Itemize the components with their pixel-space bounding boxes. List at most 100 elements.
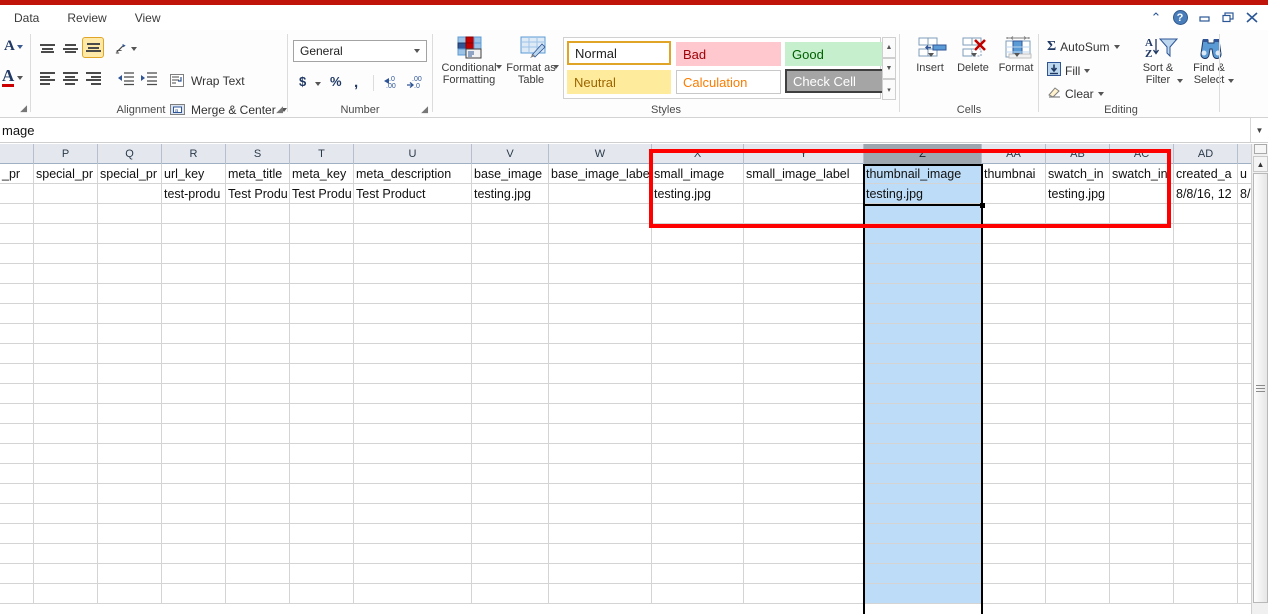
cell[interactable] [744,244,864,264]
cell[interactable] [549,364,652,384]
cell[interactable] [1174,224,1238,244]
column-header-W[interactable]: W [549,144,652,164]
cell[interactable] [34,364,98,384]
cell[interactable] [34,584,98,604]
cell[interactable] [1110,244,1174,264]
cell[interactable] [744,444,864,464]
conditional-formatting-button[interactable]: Conditional Formatting [438,36,502,86]
cell[interactable]: base_image [472,164,549,184]
cell[interactable] [226,424,290,444]
tab-view[interactable]: View [121,9,175,27]
cell[interactable] [1174,284,1238,304]
cell[interactable] [1046,484,1110,504]
wrap-text-button[interactable]: Wrap Text [170,74,245,88]
cell[interactable] [1046,304,1110,324]
cell[interactable] [98,464,162,484]
cell[interactable] [472,564,549,584]
cell[interactable] [354,244,472,264]
column-header-X[interactable]: X [652,144,744,164]
cell[interactable] [290,524,354,544]
cell[interactable] [354,204,472,224]
cell[interactable] [98,284,162,304]
cell[interactable] [744,264,864,284]
cell[interactable] [354,564,472,584]
column-header-Z[interactable]: Z [864,144,982,164]
cell[interactable] [549,584,652,604]
cell[interactable] [226,544,290,564]
cell[interactable] [226,204,290,224]
column-header-AB[interactable]: AB [1046,144,1110,164]
column-header-Q[interactable]: Q [98,144,162,164]
cell[interactable] [0,464,34,484]
cell[interactable] [354,384,472,404]
cell[interactable] [98,244,162,264]
formula-input[interactable]: mage [0,119,1250,142]
cell[interactable] [162,304,226,324]
style-calculation[interactable]: Calculation [676,70,781,94]
number-format-select[interactable]: General [293,40,427,62]
cell[interactable] [1046,444,1110,464]
cell[interactable] [354,444,472,464]
cell[interactable] [34,544,98,564]
cell[interactable] [226,384,290,404]
cell[interactable] [162,244,226,264]
cell[interactable] [652,564,744,584]
cell[interactable] [472,504,549,524]
scroll-up-button[interactable]: ▲ [1253,156,1268,172]
cell[interactable] [982,324,1046,344]
tab-data[interactable]: Data [0,9,53,27]
cell[interactable] [290,304,354,324]
cell[interactable] [226,484,290,504]
cell[interactable] [1110,304,1174,324]
cell[interactable] [1046,424,1110,444]
cell[interactable] [1174,484,1238,504]
cell[interactable] [98,404,162,424]
cell[interactable] [226,364,290,384]
increase-font-size-icon[interactable]: A [4,38,23,55]
cell[interactable] [472,384,549,404]
cell[interactable] [354,544,472,564]
cell[interactable] [1110,344,1174,364]
cell[interactable] [1046,524,1110,544]
cell[interactable] [1110,264,1174,284]
gallery-scroll-up-button[interactable]: ▲ [882,37,896,58]
cell[interactable] [472,264,549,284]
sort-filter-button[interactable]: A Z Sort & Filter [1134,36,1183,86]
cell[interactable] [290,464,354,484]
cell[interactable] [226,304,290,324]
cell[interactable] [1174,564,1238,584]
cell[interactable] [472,284,549,304]
cell[interactable] [982,404,1046,424]
cell[interactable] [744,464,864,484]
cell[interactable] [0,504,34,524]
cell[interactable] [652,224,744,244]
cell[interactable] [1110,364,1174,384]
cell[interactable] [1174,204,1238,224]
cell[interactable]: Test Product [354,184,472,204]
cell[interactable] [1046,404,1110,424]
cell[interactable] [0,444,34,464]
cell[interactable] [549,564,652,584]
align-center-icon[interactable] [59,68,81,89]
cell[interactable] [1046,384,1110,404]
cell[interactable] [98,364,162,384]
cell[interactable] [652,544,744,564]
cell[interactable] [0,524,34,544]
cell[interactable] [864,564,982,584]
cell[interactable]: thumbnail_image [864,164,982,184]
cell[interactable] [549,384,652,404]
cell[interactable]: base_image_label [549,164,652,184]
cell[interactable] [162,444,226,464]
cell[interactable] [290,444,354,464]
cell[interactable] [34,204,98,224]
cell[interactable] [290,224,354,244]
cell[interactable] [162,344,226,364]
cell[interactable] [0,344,34,364]
cell[interactable] [1110,484,1174,504]
cell[interactable] [290,584,354,604]
cell[interactable]: swatch_in [1110,164,1174,184]
percent-format-button[interactable]: % [330,74,342,89]
tab-review[interactable]: Review [53,9,120,27]
cell[interactable] [982,564,1046,584]
align-middle-icon[interactable] [59,38,81,59]
